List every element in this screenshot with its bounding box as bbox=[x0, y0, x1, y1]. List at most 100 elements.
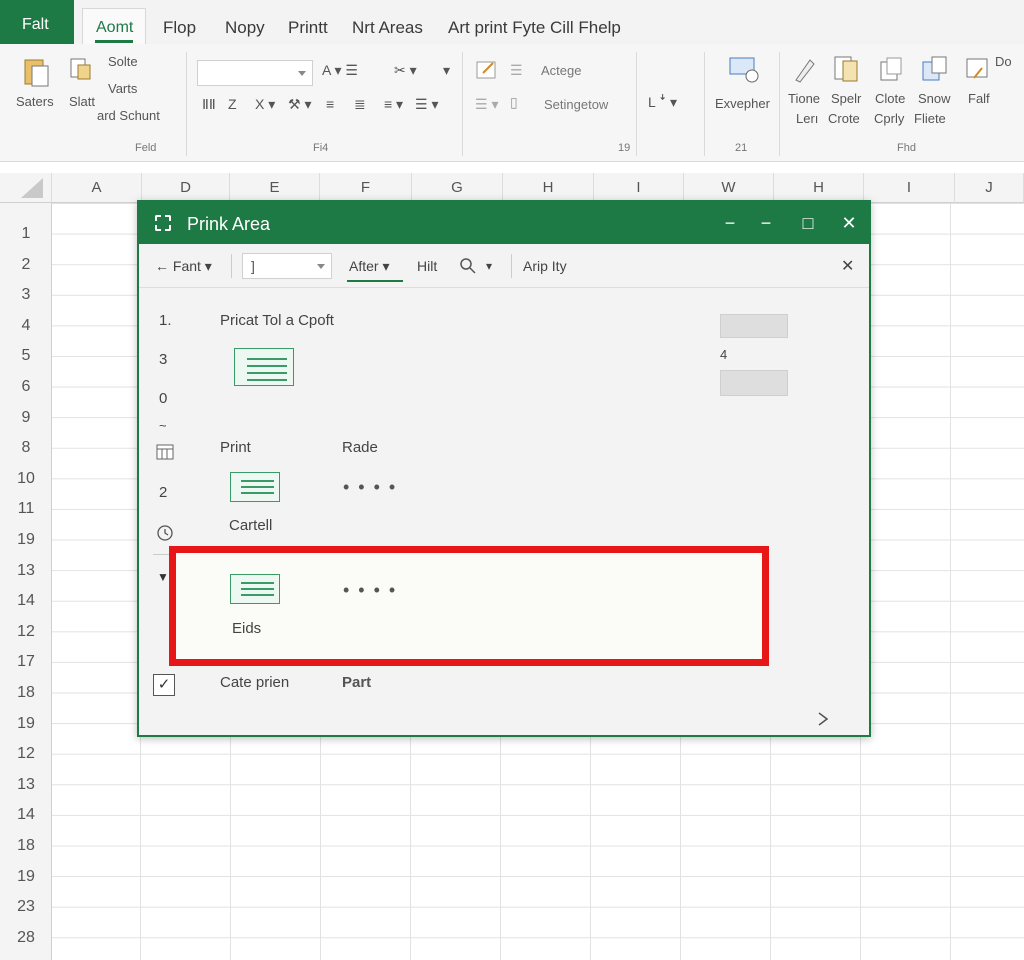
exp-label[interactable]: Exvepher bbox=[715, 96, 770, 111]
hilt-button[interactable]: Hilt bbox=[417, 258, 437, 274]
after-dropdown[interactable]: After ▾ bbox=[349, 258, 390, 275]
column-header[interactable]: J bbox=[955, 173, 1024, 203]
row-header[interactable]: 19 bbox=[0, 868, 52, 886]
show-icon[interactable] bbox=[920, 54, 950, 84]
list-icon[interactable]: ☰ bbox=[510, 62, 523, 79]
row-header[interactable]: 17 bbox=[0, 653, 52, 671]
minimize-button[interactable]: − bbox=[753, 210, 779, 236]
tab-print-areas[interactable]: Nrt Areas bbox=[352, 18, 423, 38]
tools-label-8[interactable]: Cprly bbox=[874, 111, 904, 126]
tools-label-6[interactable]: Lerı bbox=[796, 111, 818, 126]
row-header[interactable]: 6 bbox=[0, 378, 52, 396]
document-icon[interactable] bbox=[230, 472, 280, 502]
row-header[interactable]: 8 bbox=[0, 439, 52, 457]
column-header[interactable]: I bbox=[594, 173, 684, 203]
option-checkbox[interactable]: ✓ bbox=[153, 674, 175, 696]
sort-icon[interactable]: L ꜜ ▾ bbox=[648, 94, 677, 111]
tools-label-5[interactable]: Falf bbox=[968, 91, 990, 106]
dialog-title-bar[interactable]: Prink Area − − □ ✕ bbox=[139, 202, 869, 244]
fill-color-icon[interactable]: ⚒ ▾ bbox=[288, 96, 311, 113]
column-header[interactable]: A bbox=[52, 173, 142, 203]
style-label[interactable]: Slatt bbox=[69, 94, 95, 109]
column-header[interactable]: E bbox=[230, 173, 320, 203]
search-icon[interactable] bbox=[459, 257, 477, 275]
row-header[interactable]: 28 bbox=[0, 929, 52, 947]
column-header[interactable]: G bbox=[412, 173, 503, 203]
font-size-icon[interactable]: A ▾ ☰ bbox=[322, 62, 358, 79]
maximize-button[interactable]: □ bbox=[795, 210, 821, 236]
help-button[interactable]: − bbox=[717, 210, 743, 236]
tools-label-9[interactable]: Fliete bbox=[914, 111, 946, 126]
do-label[interactable]: Do bbox=[995, 54, 1012, 69]
solte-label[interactable]: Solte bbox=[108, 54, 138, 69]
tab-printt[interactable]: Printt bbox=[288, 18, 328, 38]
actege-label[interactable]: Actege bbox=[541, 63, 581, 78]
resize-grip-icon[interactable] bbox=[815, 710, 833, 728]
tools-label-1[interactable]: Tione bbox=[788, 91, 820, 106]
search-dropdown-icon[interactable]: ▾ bbox=[486, 259, 492, 273]
value-combo[interactable]: ] bbox=[242, 253, 332, 279]
tab-active[interactable]: Aomt bbox=[82, 8, 146, 46]
page-icon[interactable]: ▯ bbox=[510, 94, 518, 111]
edit-icon[interactable] bbox=[475, 59, 499, 81]
more-dots[interactable]: • • • • bbox=[343, 477, 397, 498]
table-icon[interactable] bbox=[156, 444, 174, 460]
row-header[interactable]: 18 bbox=[0, 837, 52, 855]
option-box-2[interactable] bbox=[720, 370, 788, 396]
bold-icon[interactable]: ⅡⅡ bbox=[202, 96, 216, 113]
format-icon[interactable]: ✂ ▾ bbox=[394, 62, 417, 79]
row-header[interactable]: 10 bbox=[0, 470, 52, 488]
toolbar-close-icon[interactable]: ✕ bbox=[841, 256, 854, 276]
clock-icon[interactable] bbox=[156, 524, 174, 542]
font-name-combo[interactable] bbox=[197, 60, 313, 86]
copy-icon[interactable] bbox=[878, 56, 904, 84]
tab-flop[interactable]: Flop bbox=[163, 18, 196, 38]
column-header[interactable]: I bbox=[864, 173, 955, 203]
row-header[interactable]: 12 bbox=[0, 623, 52, 641]
tools-label-3[interactable]: Clote bbox=[875, 91, 905, 106]
tab-help[interactable]: Art print Fyte Cill Fhelp bbox=[448, 18, 621, 38]
indent-icon[interactable]: ☰ ▾ bbox=[415, 96, 438, 113]
row-header[interactable]: 19 bbox=[0, 715, 52, 733]
schunt-label[interactable]: ard Schunt bbox=[97, 108, 160, 123]
row-header[interactable]: 18 bbox=[0, 684, 52, 702]
row-header[interactable]: 11 bbox=[0, 500, 52, 518]
row-header[interactable]: 13 bbox=[0, 562, 52, 580]
highlighted-row[interactable] bbox=[169, 546, 769, 666]
row-header[interactable]: 12 bbox=[0, 745, 52, 763]
paste-icon[interactable] bbox=[22, 56, 52, 88]
half-icon[interactable] bbox=[964, 56, 992, 84]
document-icon[interactable] bbox=[234, 348, 294, 386]
font-dropdown[interactable]: ← Fant ▾ bbox=[155, 258, 212, 275]
arip-button[interactable]: Arip Ity bbox=[523, 258, 567, 274]
paste-label[interactable]: Saters bbox=[16, 94, 54, 109]
row-header[interactable]: 3 bbox=[0, 286, 52, 304]
warts-label[interactable]: Varts bbox=[108, 81, 137, 96]
cut-icon[interactable] bbox=[68, 56, 94, 84]
format-list-icon[interactable]: ☰ ▾ bbox=[475, 96, 498, 113]
italic-icon[interactable]: Z bbox=[228, 96, 237, 112]
row-header[interactable]: 13 bbox=[0, 776, 52, 794]
tools-label-7[interactable]: Crote bbox=[828, 111, 860, 126]
row-header[interactable]: 9 bbox=[0, 409, 52, 427]
chart-screen-icon[interactable] bbox=[728, 56, 760, 84]
row-header[interactable]: 19 bbox=[0, 531, 52, 549]
row-header[interactable]: 23 bbox=[0, 898, 52, 916]
spell-icon[interactable] bbox=[832, 54, 860, 84]
option-box-1[interactable] bbox=[720, 314, 788, 338]
column-header[interactable]: D bbox=[142, 173, 230, 203]
tools-label-4[interactable]: Snow bbox=[918, 91, 951, 106]
document-icon[interactable] bbox=[230, 574, 280, 604]
column-header[interactable]: H bbox=[503, 173, 594, 203]
settings-label[interactable]: Setingetow bbox=[544, 97, 608, 112]
collapse-chevron-icon[interactable]: ▼ bbox=[157, 570, 169, 584]
align-center-icon[interactable]: ≣ bbox=[354, 96, 366, 113]
column-header[interactable]: H bbox=[774, 173, 864, 203]
tab-nopy[interactable]: Nopy bbox=[225, 18, 265, 38]
row-header[interactable]: 14 bbox=[0, 592, 52, 610]
tab-file[interactable]: Falt bbox=[0, 0, 74, 44]
row-header[interactable]: 5 bbox=[0, 347, 52, 365]
row-header[interactable]: 1 bbox=[0, 225, 52, 243]
strike-icon[interactable]: X ▾ bbox=[255, 96, 275, 113]
close-button[interactable]: ✕ bbox=[836, 210, 862, 236]
